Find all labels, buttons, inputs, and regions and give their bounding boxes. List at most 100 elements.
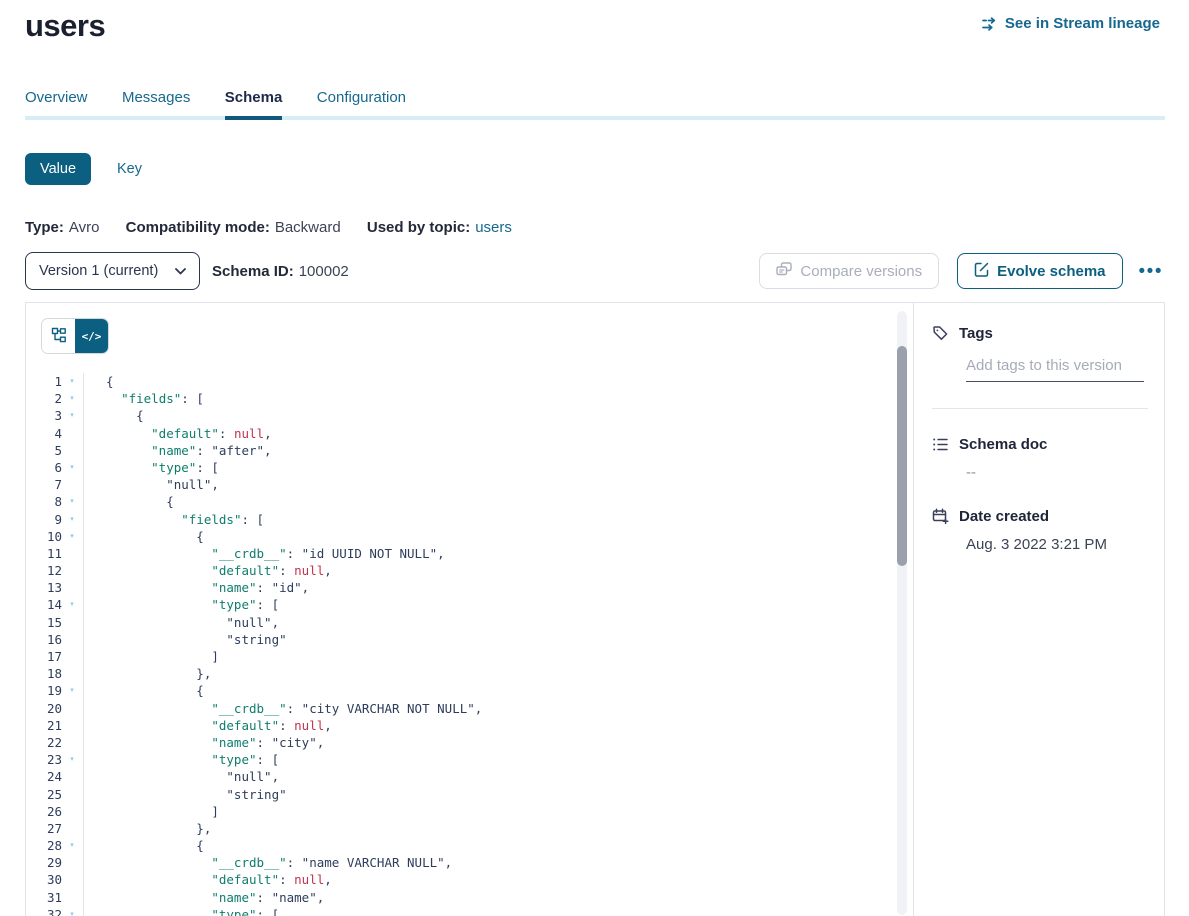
version-select[interactable]: Version 1 (current) bbox=[25, 252, 200, 290]
tab-configuration[interactable]: Configuration bbox=[317, 89, 406, 120]
evolve-schema-button[interactable]: Evolve schema bbox=[957, 253, 1122, 289]
code-text: { bbox=[84, 493, 174, 510]
code-gutter: 22 bbox=[26, 734, 84, 751]
fold-arrow-icon[interactable]: ▾ bbox=[62, 528, 82, 545]
code-gutter: 7 bbox=[26, 476, 84, 493]
sidebar-divider bbox=[932, 408, 1148, 409]
tab-messages[interactable]: Messages bbox=[122, 89, 190, 120]
fold-arrow-icon[interactable]: ▾ bbox=[62, 493, 82, 510]
chevron-down-icon bbox=[175, 263, 186, 279]
value-toggle-button[interactable]: Value bbox=[25, 153, 91, 185]
code-text: "default": null, bbox=[84, 562, 332, 579]
list-icon bbox=[932, 437, 949, 452]
fold-arrow-icon[interactable]: ▾ bbox=[62, 390, 82, 407]
line-number: 24 bbox=[26, 768, 62, 785]
key-toggle-button[interactable]: Key bbox=[117, 161, 142, 177]
tab-overview[interactable]: Overview bbox=[25, 89, 88, 120]
code-gutter: 23▾ bbox=[26, 751, 84, 768]
line-number: 19 bbox=[26, 682, 62, 699]
code-line: 30 "default": null, bbox=[26, 871, 895, 888]
code-gutter: 12 bbox=[26, 562, 84, 579]
fold-spacer bbox=[62, 768, 82, 785]
code-gutter: 26 bbox=[26, 803, 84, 820]
tab-schema[interactable]: Schema bbox=[225, 89, 283, 120]
line-number: 29 bbox=[26, 854, 62, 871]
code-line: 11 "__crdb__": "id UUID NOT NULL", bbox=[26, 545, 895, 562]
code-line: 28▾ { bbox=[26, 837, 895, 854]
code-view-button[interactable]: </> bbox=[75, 319, 108, 353]
compare-versions-button[interactable]: Compare versions bbox=[759, 253, 939, 289]
schema-meta: Type:Avro Compatibility mode:Backward Us… bbox=[25, 219, 534, 236]
schema-doc-section: Schema doc -- bbox=[932, 436, 1148, 481]
fold-arrow-icon[interactable]: ▾ bbox=[62, 407, 82, 424]
schema-editor-panel: </> 1▾{2▾ "fields": [3▾ {4 "default": nu… bbox=[26, 303, 914, 916]
tree-view-button[interactable] bbox=[42, 319, 75, 353]
fold-spacer bbox=[62, 648, 82, 665]
code-gutter: 3▾ bbox=[26, 407, 84, 424]
code-line: 17 ] bbox=[26, 648, 895, 665]
schema-detail-panel: </> 1▾{2▾ "fields": [3▾ {4 "default": nu… bbox=[25, 302, 1165, 916]
code-gutter: 8▾ bbox=[26, 493, 84, 510]
code-text: "type": [ bbox=[84, 751, 279, 768]
line-number: 3 bbox=[26, 407, 62, 424]
fold-arrow-icon[interactable]: ▾ bbox=[62, 373, 82, 390]
fold-spacer bbox=[62, 871, 82, 888]
fold-spacer bbox=[62, 545, 82, 562]
code-text: ] bbox=[84, 648, 219, 665]
line-number: 28 bbox=[26, 837, 62, 854]
fold-arrow-icon[interactable]: ▾ bbox=[62, 511, 82, 528]
topic-link[interactable]: users bbox=[475, 219, 512, 236]
code-text: "__crdb__": "city VARCHAR NOT NULL", bbox=[84, 700, 482, 717]
code-lines: 1▾{2▾ "fields": [3▾ {4 "default": null,5… bbox=[26, 373, 895, 916]
line-number: 7 bbox=[26, 476, 62, 493]
line-number: 1 bbox=[26, 373, 62, 390]
tree-view-icon bbox=[51, 327, 67, 346]
code-text: "null", bbox=[84, 768, 279, 785]
code-line: 10▾ { bbox=[26, 528, 895, 545]
fold-arrow-icon[interactable]: ▾ bbox=[62, 751, 82, 768]
code-gutter: 28▾ bbox=[26, 837, 84, 854]
code-line: 26 ] bbox=[26, 803, 895, 820]
code-text: "null", bbox=[84, 476, 219, 493]
fold-arrow-icon[interactable]: ▾ bbox=[62, 837, 82, 854]
fold-spacer bbox=[62, 700, 82, 717]
code-gutter: 6▾ bbox=[26, 459, 84, 476]
fold-spacer bbox=[62, 803, 82, 820]
editor-scrollbar-thumb[interactable] bbox=[897, 346, 907, 566]
page-title: users bbox=[25, 8, 105, 44]
line-number: 8 bbox=[26, 493, 62, 510]
code-gutter: 5 bbox=[26, 442, 84, 459]
line-number: 12 bbox=[26, 562, 62, 579]
fold-arrow-icon[interactable]: ▾ bbox=[62, 459, 82, 476]
line-number: 22 bbox=[26, 734, 62, 751]
code-gutter: 1▾ bbox=[26, 373, 84, 390]
fold-spacer bbox=[62, 889, 82, 906]
line-number: 31 bbox=[26, 889, 62, 906]
code-line: 9▾ "fields": [ bbox=[26, 511, 895, 528]
schema-page: users See in Stream lineage Overview Mes… bbox=[0, 0, 1189, 916]
add-tags-input[interactable] bbox=[966, 357, 1144, 382]
fold-arrow-icon[interactable]: ▾ bbox=[62, 906, 82, 916]
line-number: 15 bbox=[26, 614, 62, 631]
line-number: 27 bbox=[26, 820, 62, 837]
date-created-value: Aug. 3 2022 3:21 PM bbox=[966, 536, 1148, 553]
code-gutter: 20 bbox=[26, 700, 84, 717]
line-number: 14 bbox=[26, 596, 62, 613]
edit-icon bbox=[974, 262, 989, 281]
more-actions-button[interactable]: ••• bbox=[1137, 258, 1165, 285]
fold-arrow-icon[interactable]: ▾ bbox=[62, 682, 82, 699]
editor-scrollbar-track[interactable] bbox=[897, 311, 907, 915]
code-line: 4 "default": null, bbox=[26, 425, 895, 442]
code-gutter: 16 bbox=[26, 631, 84, 648]
schema-doc-value: -- bbox=[966, 464, 1148, 481]
code-gutter: 27 bbox=[26, 820, 84, 837]
code-text: }, bbox=[84, 665, 211, 682]
compatibility-mode: Compatibility mode:Backward bbox=[126, 219, 341, 236]
stream-lineage-link[interactable]: See in Stream lineage bbox=[981, 15, 1160, 32]
code-gutter: 15 bbox=[26, 614, 84, 631]
code-text: "null", bbox=[84, 614, 279, 631]
code-text: "name": "id", bbox=[84, 579, 309, 596]
tags-section-header: Tags bbox=[932, 325, 1148, 342]
fold-arrow-icon[interactable]: ▾ bbox=[62, 596, 82, 613]
fold-spacer bbox=[62, 425, 82, 442]
